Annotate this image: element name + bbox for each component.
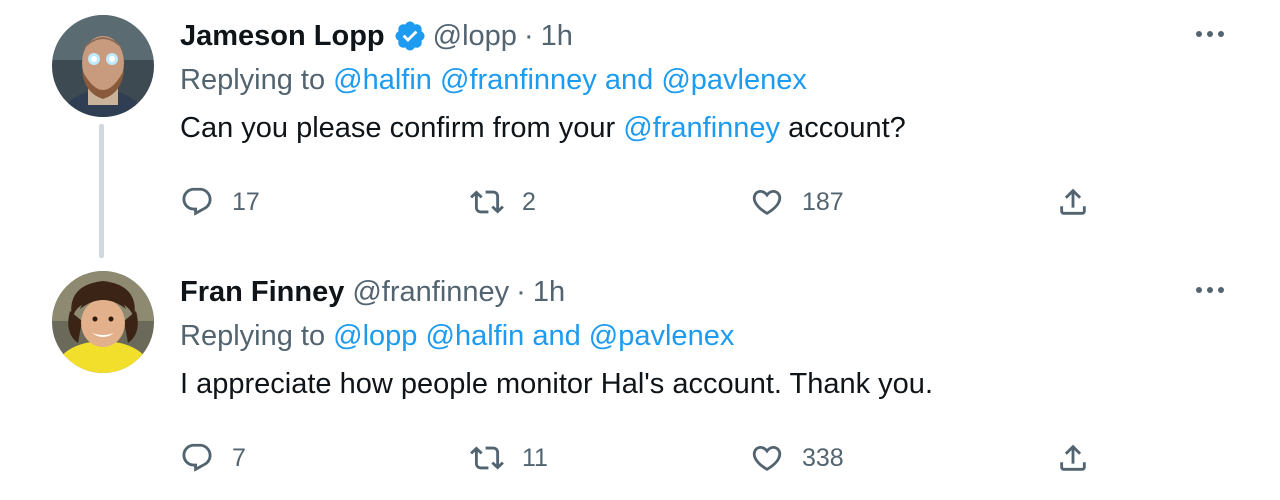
mention-and-others[interactable]: and xyxy=(605,64,653,96)
mention-link[interactable]: @franfinney xyxy=(623,112,780,144)
mention-link[interactable]: @halfin xyxy=(426,320,525,352)
tweet-jameson-lopp[interactable]: Jameson Lopp @lopp · 1h Replying to @hal… xyxy=(0,0,1280,258)
reply-count: 7 xyxy=(232,443,246,472)
separator-dot: · xyxy=(523,19,534,52)
mention-link[interactable]: @franfinney xyxy=(440,64,597,96)
like-button[interactable]: 187 xyxy=(750,180,844,224)
more-dots-icon[interactable] xyxy=(1190,278,1230,302)
heart-icon xyxy=(752,189,782,215)
replying-to-line: Replying to @halfin @franfinney and @pav… xyxy=(180,64,807,97)
speech-bubble-icon xyxy=(182,187,212,216)
speech-bubble-icon xyxy=(182,443,212,472)
retweet-button[interactable]: 2 xyxy=(470,180,536,224)
retweet-count: 2 xyxy=(522,187,536,216)
share-button[interactable] xyxy=(1056,436,1090,480)
reply-count: 17 xyxy=(232,187,260,216)
heart-icon xyxy=(752,445,782,471)
avatar-image xyxy=(52,15,154,117)
tweet-fran-finney[interactable]: Fran Finney @franfinney · 1h Replying to… xyxy=(0,256,1280,500)
more-dots-icon[interactable] xyxy=(1190,22,1230,46)
user-handle[interactable]: @lopp xyxy=(433,20,517,53)
display-name[interactable]: Jameson Lopp xyxy=(180,20,385,53)
tweet-timestamp[interactable]: 1h xyxy=(541,20,573,53)
avatar-image xyxy=(52,271,154,373)
tweet-text-part: account? xyxy=(788,112,906,144)
mention-link[interactable]: @pavlenex xyxy=(661,64,807,96)
retweet-button[interactable]: 11 xyxy=(470,436,548,480)
tweet-actions: 7 11 338 xyxy=(180,436,1140,480)
like-button[interactable]: 338 xyxy=(750,436,844,480)
mention-link[interactable]: @lopp xyxy=(333,320,417,352)
replying-to-label: Replying to xyxy=(180,64,326,96)
retweet-count: 11 xyxy=(522,443,548,472)
thread-connector-line xyxy=(99,124,104,258)
replying-to-line: Replying to @lopp @halfin and @pavlenex xyxy=(180,320,734,353)
separator-dot: · xyxy=(516,275,526,308)
mention-link[interactable]: @pavlenex xyxy=(589,320,735,352)
verified-badge-icon xyxy=(393,19,427,53)
tweet-text-part: Can you please confirm from your xyxy=(180,112,616,144)
share-upload-icon xyxy=(1060,188,1086,215)
tweet-header: Fran Finney @franfinney · 1h xyxy=(180,272,565,312)
like-count: 187 xyxy=(802,187,844,216)
tweet-actions: 17 2 187 xyxy=(180,180,1140,224)
user-handle[interactable]: @franfinney xyxy=(352,276,509,309)
avatar[interactable] xyxy=(52,271,154,373)
like-count: 338 xyxy=(802,443,844,472)
replying-to-label: Replying to xyxy=(180,320,326,352)
tweet-text: Can you please confirm from your @franfi… xyxy=(180,112,906,145)
tweet-text: I appreciate how people monitor Hal's ac… xyxy=(180,368,933,400)
retweet-arrows-icon xyxy=(470,190,504,214)
retweet-arrows-icon xyxy=(470,446,504,470)
reply-button[interactable]: 17 xyxy=(180,180,260,224)
share-upload-icon xyxy=(1060,444,1086,471)
tweet-timestamp[interactable]: 1h xyxy=(533,276,565,309)
avatar[interactable] xyxy=(52,15,154,117)
display-name[interactable]: Fran Finney xyxy=(180,276,344,309)
tweet-header: Jameson Lopp @lopp · 1h xyxy=(180,16,573,56)
mention-and-others[interactable]: and xyxy=(532,320,580,352)
reply-button[interactable]: 7 xyxy=(180,436,246,480)
share-button[interactable] xyxy=(1056,180,1090,224)
mention-link[interactable]: @halfin xyxy=(333,64,432,96)
